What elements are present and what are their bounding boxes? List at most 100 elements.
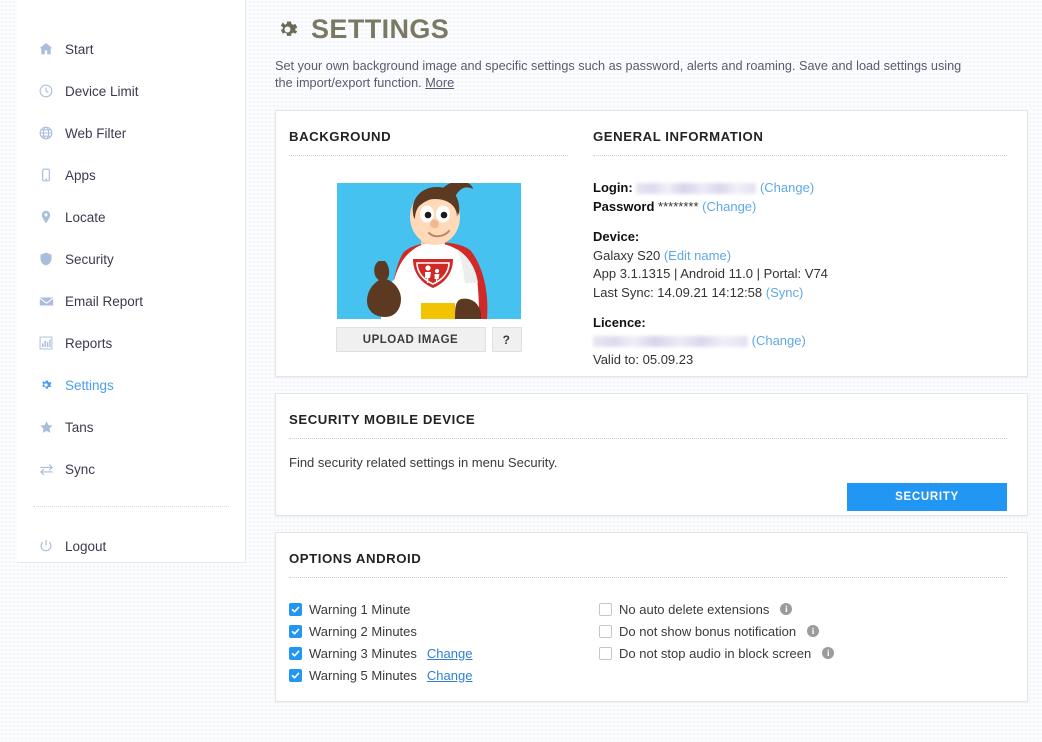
option-row: Warning 3 Minutes Change — [289, 642, 599, 664]
sidebar-logout-group: Logout — [17, 525, 245, 567]
security-button[interactable]: SECURITY — [847, 483, 1007, 512]
gear-icon — [275, 17, 300, 42]
security-body-text: Find security related settings in menu S… — [289, 455, 558, 471]
sidebar-item-settings[interactable]: Settings — [17, 364, 245, 406]
option-label: Warning 5 Minutes — [309, 667, 417, 683]
option-change-link[interactable]: Change — [427, 668, 473, 683]
star-icon — [35, 420, 57, 435]
section-title-general-information: GENERAL INFORMATION — [593, 129, 764, 145]
login-change-link[interactable]: (Change) — [760, 180, 814, 195]
device-versions: App 3.1.1315 | Android 11.0 | Portal: V7… — [593, 266, 828, 282]
sidebar-item-label: Security — [65, 251, 114, 267]
shield-icon — [35, 252, 57, 266]
checkbox-warning-1-minute[interactable] — [289, 602, 302, 616]
device-name: Galaxy S20 — [593, 247, 661, 263]
sidebar-item-label: Logout — [65, 538, 107, 554]
section-title-options-android: OPTIONS ANDROID — [289, 551, 422, 567]
gear-icon — [35, 378, 57, 392]
options-column-left: Warning 1 Minute Warning 2 Minutes Warni… — [289, 598, 599, 686]
sidebar-item-device-limit[interactable]: Device Limit — [17, 70, 245, 112]
page-subtitle: Set your own background image and specif… — [275, 58, 965, 92]
password-change-link[interactable]: (Change) — [702, 199, 756, 214]
map-pin-icon — [35, 210, 57, 224]
envelope-icon — [35, 294, 57, 309]
licence-label: Licence: — [593, 315, 646, 330]
option-row: Warning 1 Minute — [289, 598, 599, 620]
sidebar-item-apps[interactable]: Apps — [17, 154, 245, 196]
option-row: No auto delete extensions i — [599, 598, 1007, 620]
checkbox-warning-5-minutes[interactable] — [289, 668, 302, 682]
section-rule — [289, 155, 568, 157]
password-label: Password — [593, 198, 655, 214]
device-block: Device: Galaxy S20 (Edit name) App 3.1.1… — [593, 228, 1007, 302]
sidebar-item-security[interactable]: Security — [17, 238, 245, 280]
options-column-right: No auto delete extensions i Do not show … — [599, 598, 1007, 686]
info-icon[interactable]: i — [807, 625, 820, 638]
sidebar-item-email-report[interactable]: Email Report — [17, 280, 245, 322]
last-sync-row: Last Sync: 14.09.21 14:12:58 (Sync) — [593, 284, 1007, 302]
sidebar-item-label: Apps — [65, 167, 96, 183]
sidebar-item-logout[interactable]: Logout — [17, 525, 245, 567]
sync-link[interactable]: (Sync) — [766, 285, 804, 300]
page-title-text: SETTINGS — [311, 14, 450, 44]
checkbox-do-not-stop-audio-in-block-screen[interactable] — [599, 646, 612, 660]
device-edit-name-link[interactable]: (Edit name) — [664, 248, 731, 263]
sidebar-item-start[interactable]: Start — [17, 28, 245, 70]
panel-background-general: BACKGROUND UPLOAD IMAGE ? GENERAL INFORM… — [275, 110, 1028, 378]
credentials-block: Login: (Change) Password ******** (Chang… — [593, 179, 1007, 216]
general-information-section: GENERAL INFORMATION Login: (Change) Pass… — [588, 111, 1027, 376]
panel-security-mobile-device: SECURITY MOBILE DEVICE Find security rel… — [275, 393, 1028, 517]
password-row: Password ******** (Change) — [593, 198, 1007, 216]
section-title-background: BACKGROUND — [289, 129, 392, 145]
security-header: SECURITY MOBILE DEVICE — [276, 394, 1027, 440]
sidebar-item-label: Start — [65, 41, 94, 57]
mobile-icon — [35, 168, 57, 182]
sidebar-item-tans[interactable]: Tans — [17, 406, 245, 448]
option-change-link[interactable]: Change — [427, 646, 473, 661]
sync-icon — [35, 462, 57, 477]
licence-change-link[interactable]: (Change) — [752, 333, 806, 348]
option-label: Do not show bonus notification — [619, 623, 797, 639]
page-title: SETTINGS — [275, 14, 1032, 45]
sidebar-item-label: Email Report — [65, 293, 144, 309]
info-icon[interactable]: i — [780, 603, 793, 616]
info-icon[interactable]: i — [822, 647, 835, 660]
sidebar-item-label: Sync — [65, 461, 96, 477]
section-rule — [593, 155, 1007, 157]
option-label: Warning 2 Minutes — [309, 623, 417, 639]
login-value-redacted — [636, 183, 757, 195]
device-name-row: Galaxy S20 (Edit name) — [593, 247, 1007, 265]
sidebar-item-label: Device Limit — [65, 83, 139, 99]
last-sync-value: Last Sync: 14.09.21 14:12:58 — [593, 284, 763, 300]
sidebar-item-locate[interactable]: Locate — [17, 196, 245, 238]
option-row: Warning 5 Minutes Change — [289, 664, 599, 686]
sidebar-item-reports[interactable]: Reports — [17, 322, 245, 364]
checkbox-do-not-show-bonus-notification[interactable] — [599, 624, 612, 638]
option-label: Do not stop audio in block screen — [619, 645, 812, 661]
main-content: SETTINGS Set your own background image a… — [265, 0, 1042, 742]
more-link[interactable]: More — [425, 76, 454, 90]
sidebar-item-web-filter[interactable]: Web Filter — [17, 112, 245, 154]
sidebar-item-label: Locate — [65, 209, 106, 225]
upload-image-button[interactable]: UPLOAD IMAGE — [335, 327, 486, 353]
background-section: BACKGROUND UPLOAD IMAGE ? — [276, 111, 588, 376]
option-label: No auto delete extensions — [619, 601, 770, 617]
checkbox-no-auto-delete-extensions[interactable] — [599, 602, 612, 616]
background-preview — [289, 183, 568, 320]
checkbox-warning-3-minutes[interactable] — [289, 646, 302, 660]
option-label: Warning 1 Minute — [309, 601, 411, 617]
page-header: SETTINGS Set your own background image a… — [265, 0, 1042, 92]
option-label: Warning 3 Minutes — [309, 645, 417, 661]
checkbox-warning-2-minutes[interactable] — [289, 624, 302, 638]
help-button[interactable]: ? — [491, 327, 522, 353]
option-row: Do not show bonus notification i — [599, 620, 1007, 642]
sidebar-item-sync[interactable]: Sync — [17, 448, 245, 490]
password-value: ******** — [658, 198, 699, 214]
clock-icon — [35, 84, 57, 98]
login-row: Login: (Change) — [593, 179, 1007, 197]
background-buttons: UPLOAD IMAGE ? — [289, 327, 568, 353]
home-icon — [35, 42, 57, 56]
sidebar-item-label: Settings — [65, 377, 114, 393]
superhero-mascot-thumbs-up-image[interactable] — [336, 183, 521, 320]
option-row: Warning 2 Minutes — [289, 620, 599, 642]
